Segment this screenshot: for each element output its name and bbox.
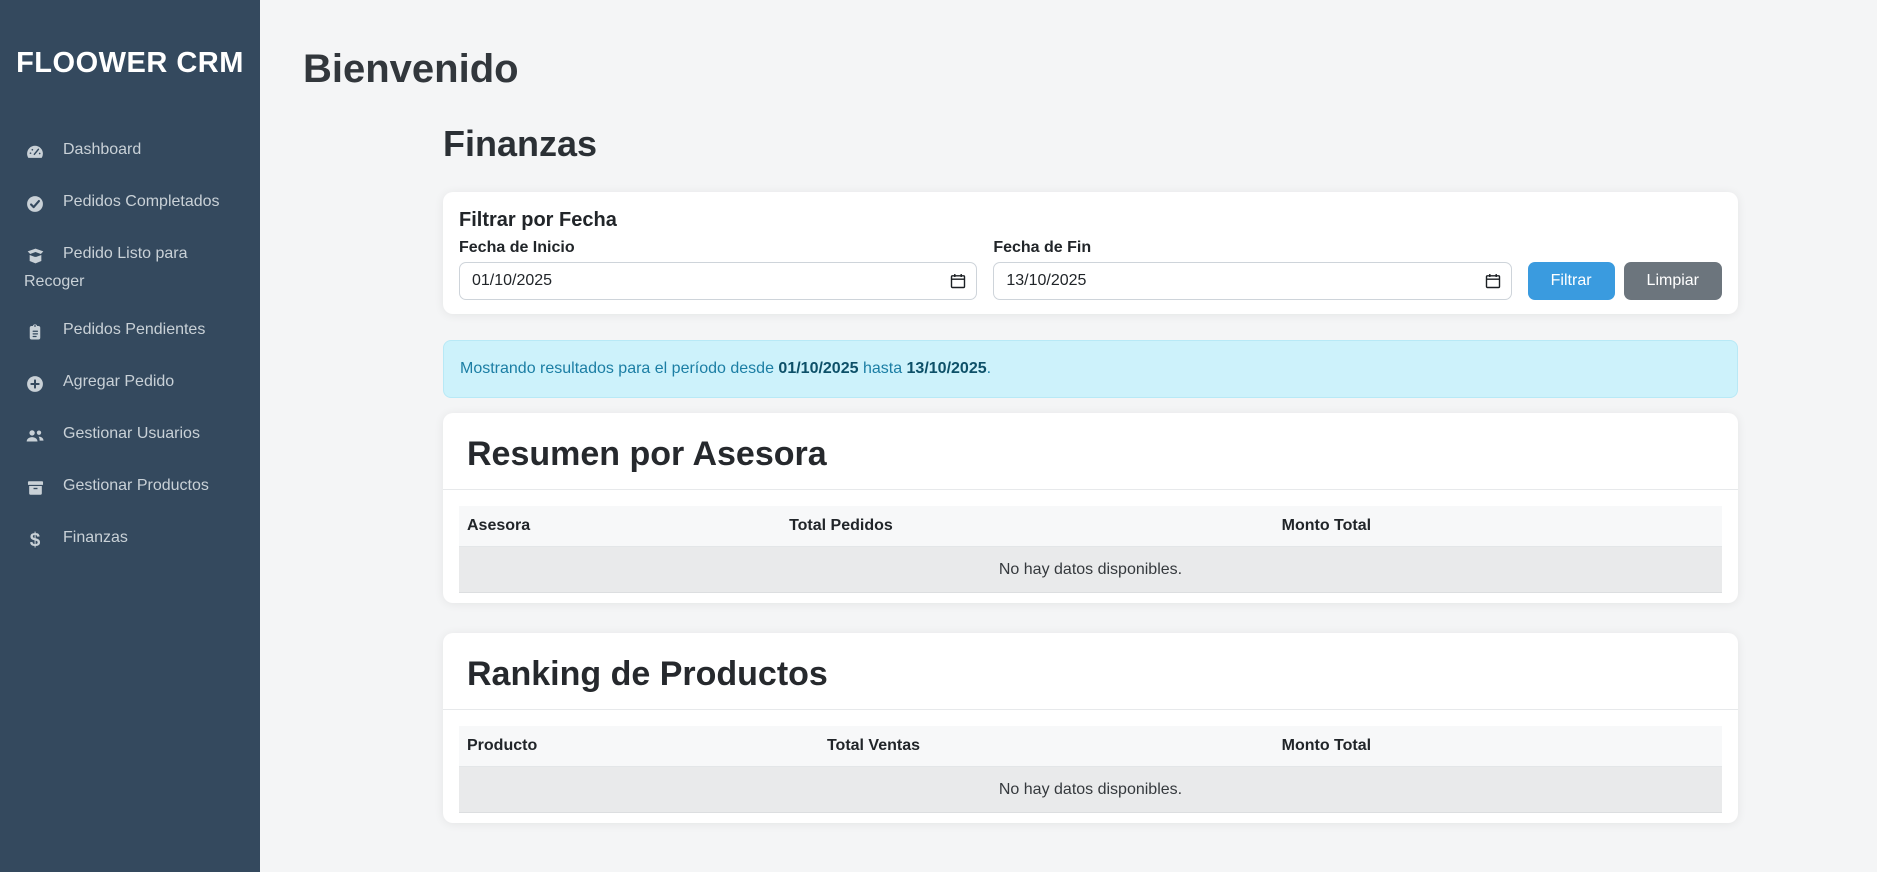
sidebar-item-pedido-listo-para-recoger[interactable]: Pedido Listo para Recoger [0,230,260,306]
start-date-label: Fecha de Inicio [459,237,977,258]
column-header-asesora: Asesora [459,506,781,547]
resumen-asesora-card: Resumen por Asesora Asesora Total Pedido… [443,413,1738,603]
alert-end-date: 13/10/2025 [907,360,987,377]
sidebar-item-dashboard[interactable]: Dashboard [0,126,260,178]
clipboard-list-icon [24,322,46,346]
card-body: Asesora Total Pedidos Monto Total No hay… [443,490,1738,603]
dollar-icon: $ [24,531,46,551]
empty-row: No hay datos disponibles. [459,547,1722,593]
filter-button[interactable]: Filtrar [1528,262,1615,300]
box-icon [24,478,46,502]
sidebar-item-gestionar-usuarios[interactable]: Gestionar Usuarios [0,410,260,462]
check-circle-icon [24,194,46,218]
column-header-monto-total: Monto Total [1274,506,1722,547]
alert-start-date: 01/10/2025 [778,360,858,377]
app-title: FLOOWER CRM [0,46,260,80]
end-date-input[interactable] [993,262,1511,300]
plus-circle-icon [24,374,46,398]
table-header-row: Asesora Total Pedidos Monto Total [459,506,1722,547]
app-root: FLOOWER CRM Dashboard Pedidos Completado… [0,0,1877,872]
sidebar-item-gestionar-productos[interactable]: Gestionar Productos [0,462,260,514]
calendar-icon[interactable] [1485,273,1501,289]
column-header-total-pedidos: Total Pedidos [781,506,1274,547]
main-content: Bienvenido Finanzas Filtrar por Fecha Fe… [260,0,1877,872]
sidebar-item-agregar-pedido[interactable]: Agregar Pedido [0,358,260,410]
alert-text: hasta [859,360,907,377]
sidebar-item-label: Pedidos Completados [63,193,220,210]
filter-row: Fecha de Inicio Fecha de Fin [459,237,1722,300]
table-header-row: Producto Total Ventas Monto Total [459,726,1722,767]
sidebar-item-label: Finanzas [63,529,128,546]
tachometer-icon [24,142,46,166]
end-date-field: Fecha de Fin [993,237,1511,300]
sidebar-item-pedidos-completados[interactable]: Pedidos Completados [0,178,260,230]
sidebar-item-label: Dashboard [63,141,141,158]
end-date-wrap [993,262,1511,300]
start-date-field: Fecha de Inicio [459,237,977,300]
card-title-ranking: Ranking de Productos [467,654,1714,695]
ranking-productos-card: Ranking de Productos Producto Total Vent… [443,633,1738,823]
empty-message: No hay datos disponibles. [459,767,1722,813]
sidebar-nav: Dashboard Pedidos Completados Pedido Lis… [0,126,260,563]
column-header-total-ventas: Total Ventas [819,726,1274,767]
sidebar-item-label: Pedidos Pendientes [63,321,205,338]
start-date-wrap [459,262,977,300]
sidebar-item-label: Agregar Pedido [63,373,174,390]
sidebar-item-label: Gestionar Usuarios [63,425,200,442]
filter-buttons: Filtrar Limpiar [1528,262,1722,300]
sidebar-item-label: Gestionar Productos [63,477,209,494]
finanzas-section: Finanzas Filtrar por Fecha Fecha de Inic… [443,122,1738,823]
sidebar-item-label: Pedido Listo para Recoger [24,245,188,290]
empty-message: No hay datos disponibles. [459,547,1722,593]
sidebar-item-pedidos-pendientes[interactable]: Pedidos Pendientes [0,306,260,358]
calendar-icon[interactable] [950,273,966,289]
sidebar: FLOOWER CRM Dashboard Pedidos Completado… [0,0,260,872]
section-title: Finanzas [443,122,1738,165]
end-date-label: Fecha de Fin [993,237,1511,258]
date-range-alert: Mostrando resultados para el período des… [443,340,1738,398]
card-title-resumen: Resumen por Asesora [467,434,1714,475]
clear-button[interactable]: Limpiar [1624,262,1722,300]
column-header-producto: Producto [459,726,819,767]
column-header-monto-total: Monto Total [1274,726,1722,767]
sidebar-item-finanzas[interactable]: $ Finanzas [0,514,260,563]
ranking-productos-table: Producto Total Ventas Monto Total No hay… [459,726,1722,813]
alert-text: Mostrando resultados para el período des… [460,360,778,377]
box-open-icon [24,246,46,270]
date-filter-card: Filtrar por Fecha Fecha de Inicio Fecha … [443,192,1738,314]
card-header: Resumen por Asesora [443,413,1738,490]
page-title: Bienvenido [303,45,1877,93]
alert-text: . [987,360,991,377]
card-header: Ranking de Productos [443,633,1738,710]
filter-title: Filtrar por Fecha [459,207,1722,233]
resumen-asesora-table: Asesora Total Pedidos Monto Total No hay… [459,506,1722,593]
users-icon [24,426,46,450]
start-date-input[interactable] [459,262,977,300]
empty-row: No hay datos disponibles. [459,767,1722,813]
card-body: Producto Total Ventas Monto Total No hay… [443,710,1738,823]
